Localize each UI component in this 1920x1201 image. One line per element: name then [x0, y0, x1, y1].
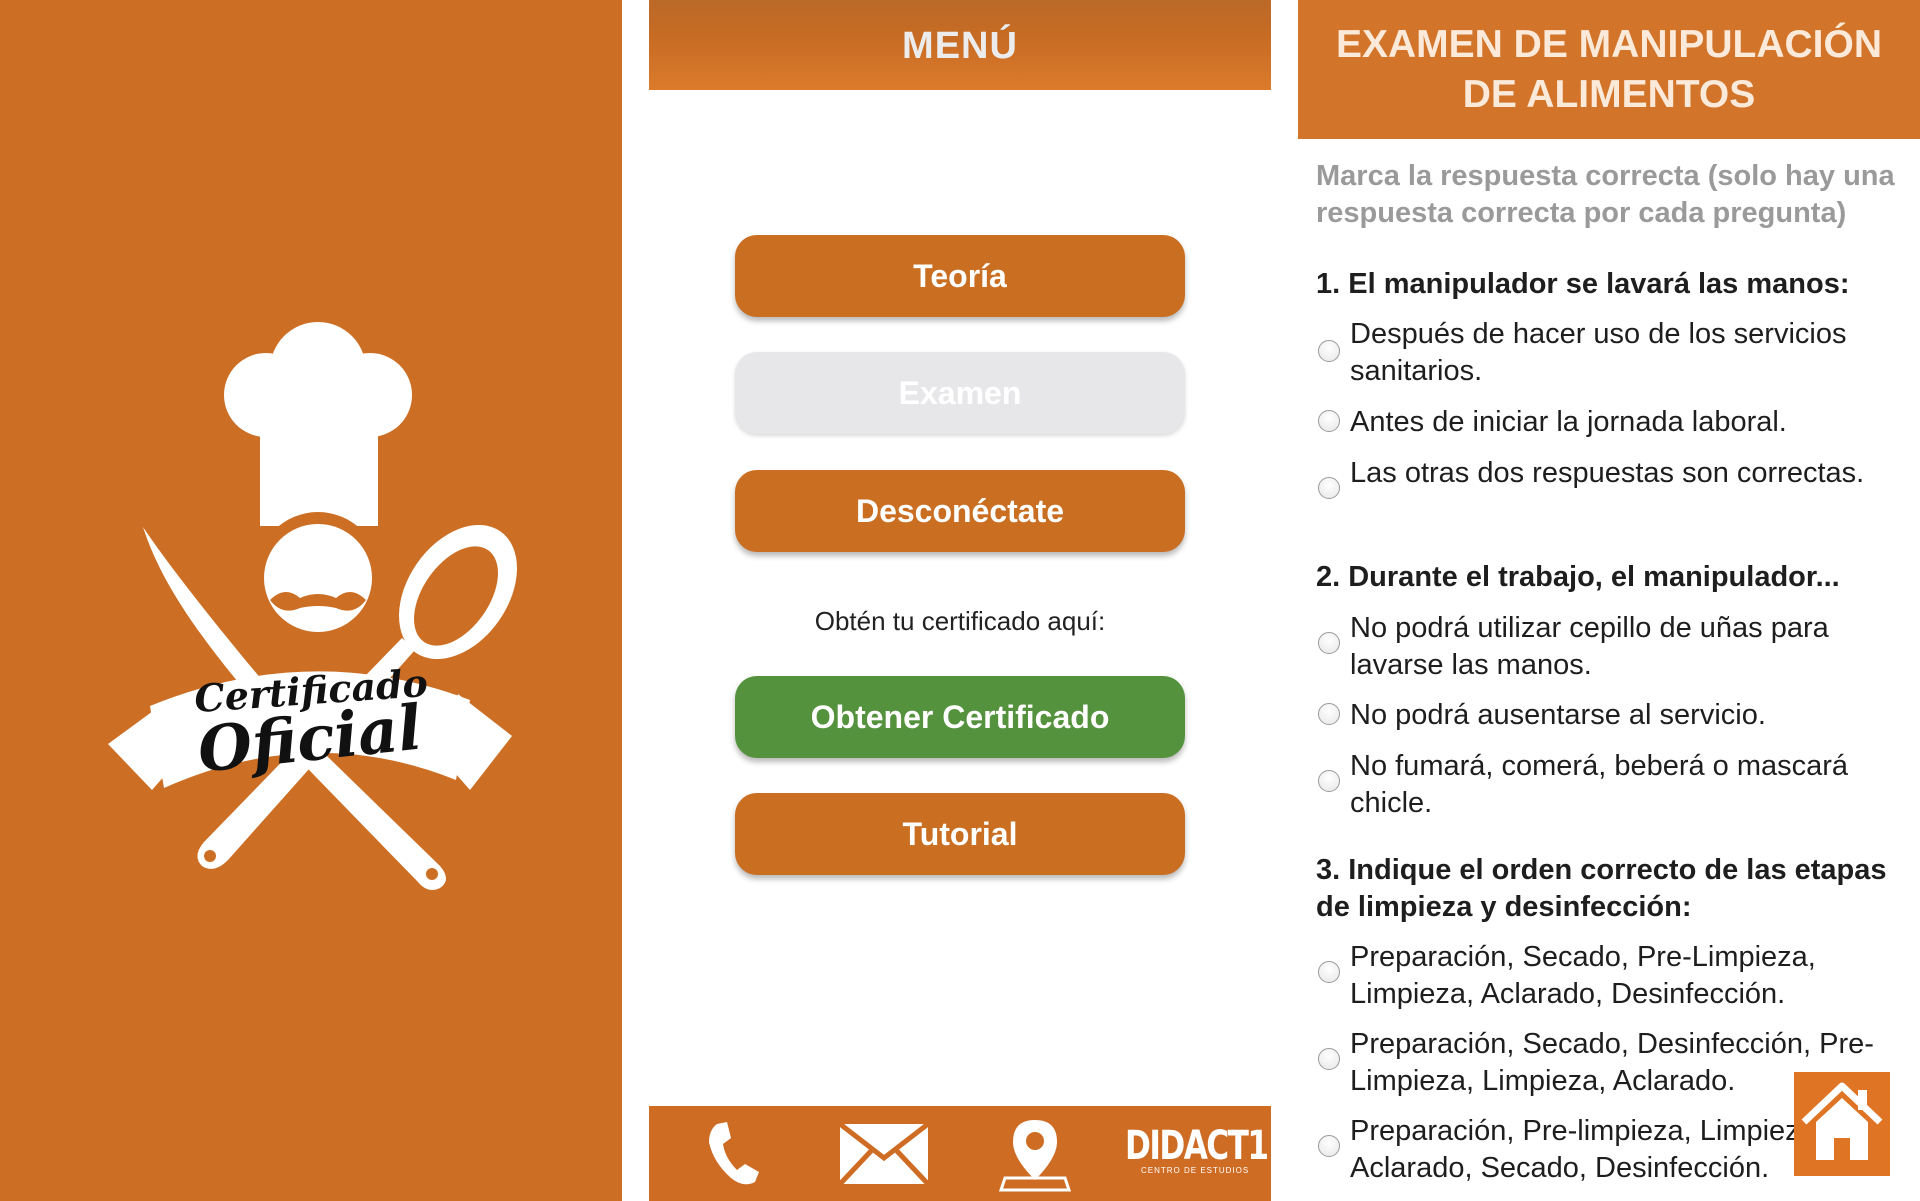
chef-head-icon — [256, 512, 380, 636]
radio-button[interactable] — [1318, 632, 1340, 654]
certificado-oficial-logo: Certificado Oficial — [108, 322, 517, 890]
menu-screen: MENÚ Teoría Examen Desconéctate Obtén tu… — [649, 0, 1271, 1201]
phone-icon[interactable] — [703, 1118, 763, 1188]
location-pin-icon[interactable] — [999, 1116, 1071, 1194]
exam-screen: EXAMEN DE MANIPULACIÓN DE ALIMENTOS Marc… — [1298, 0, 1920, 1201]
splash-screen: Certificado Oficial — [0, 0, 622, 1201]
tutorial-button[interactable]: Tutorial — [735, 793, 1185, 875]
chef-hat-icon — [224, 322, 412, 526]
option-label: Antes de iniciar la jornada laboral. — [1350, 406, 1787, 438]
question-3: 3. Indique el orden correcto de las etap… — [1316, 854, 1887, 923]
menu-title: MENÚ — [649, 0, 1271, 90]
option-label: Después de hacer uso de los servicios sa… — [1350, 318, 1847, 387]
radio-button[interactable] — [1318, 770, 1340, 792]
radio-button[interactable] — [1318, 1048, 1340, 1070]
q2-option-3[interactable]: No fumará, comerá, beberá o mascará chic… — [1316, 748, 1916, 828]
examen-button[interactable]: Examen — [735, 352, 1185, 434]
q3-option-1[interactable]: Preparación, Secado, Pre-Limpieza, Limpi… — [1316, 939, 1916, 1019]
mail-icon[interactable] — [838, 1122, 930, 1186]
certificate-prompt: Obtén tu certificado aquí: — [814, 606, 1106, 636]
exam-title: EXAMEN DE MANIPULACIÓN DE ALIMENTOS — [1298, 0, 1920, 139]
home-button[interactable] — [1794, 1072, 1890, 1176]
radio-button[interactable] — [1318, 340, 1340, 362]
q2-option-1[interactable]: No podrá utilizar cepillo de uñas para l… — [1316, 610, 1916, 690]
teoria-button[interactable]: Teoría — [735, 235, 1185, 317]
radio-button[interactable] — [1318, 703, 1340, 725]
option-label: Preparación, Secado, Pre-Limpieza, Limpi… — [1350, 941, 1816, 1010]
brand-name: DIDACT1 — [1125, 1123, 1269, 1169]
radio-button[interactable] — [1318, 477, 1340, 499]
option-label: No podrá ausentarse al servicio. — [1350, 699, 1766, 731]
desconectate-button[interactable]: Desconéctate — [735, 470, 1185, 552]
q1-option-3[interactable]: Las otras dos respuestas son correctas. — [1316, 455, 1916, 535]
option-label: Las otras dos respuestas son correctas. — [1350, 457, 1865, 489]
exam-title-line2: DE ALIMENTOS — [1462, 73, 1756, 116]
exam-instructions: Marca la respuesta correcta (solo hay un… — [1316, 160, 1895, 229]
option-label: No fumará, comerá, beberá o mascará chic… — [1350, 750, 1849, 819]
question-2: 2. Durante el trabajo, el manipulador... — [1316, 561, 1840, 593]
radio-button[interactable] — [1318, 961, 1340, 983]
option-label: No podrá utilizar cepillo de uñas para l… — [1350, 612, 1829, 681]
radio-button[interactable] — [1318, 1135, 1340, 1157]
exam-title-line1: EXAMEN DE MANIPULACIÓN — [1335, 23, 1883, 66]
obtener-certificado-button[interactable]: Obtener Certificado — [735, 676, 1185, 758]
didacti-logo: DIDACT1 CENTRO DE ESTUDIOS — [1125, 1123, 1269, 1184]
home-icon — [1801, 1082, 1883, 1160]
question-1: 1. El manipulador se lavará las manos: — [1316, 268, 1850, 300]
radio-button[interactable] — [1318, 410, 1340, 432]
q1-option-1[interactable]: Después de hacer uso de los servicios sa… — [1316, 316, 1916, 396]
footer-bar: DIDACT1 CENTRO DE ESTUDIOS — [649, 1106, 1271, 1201]
